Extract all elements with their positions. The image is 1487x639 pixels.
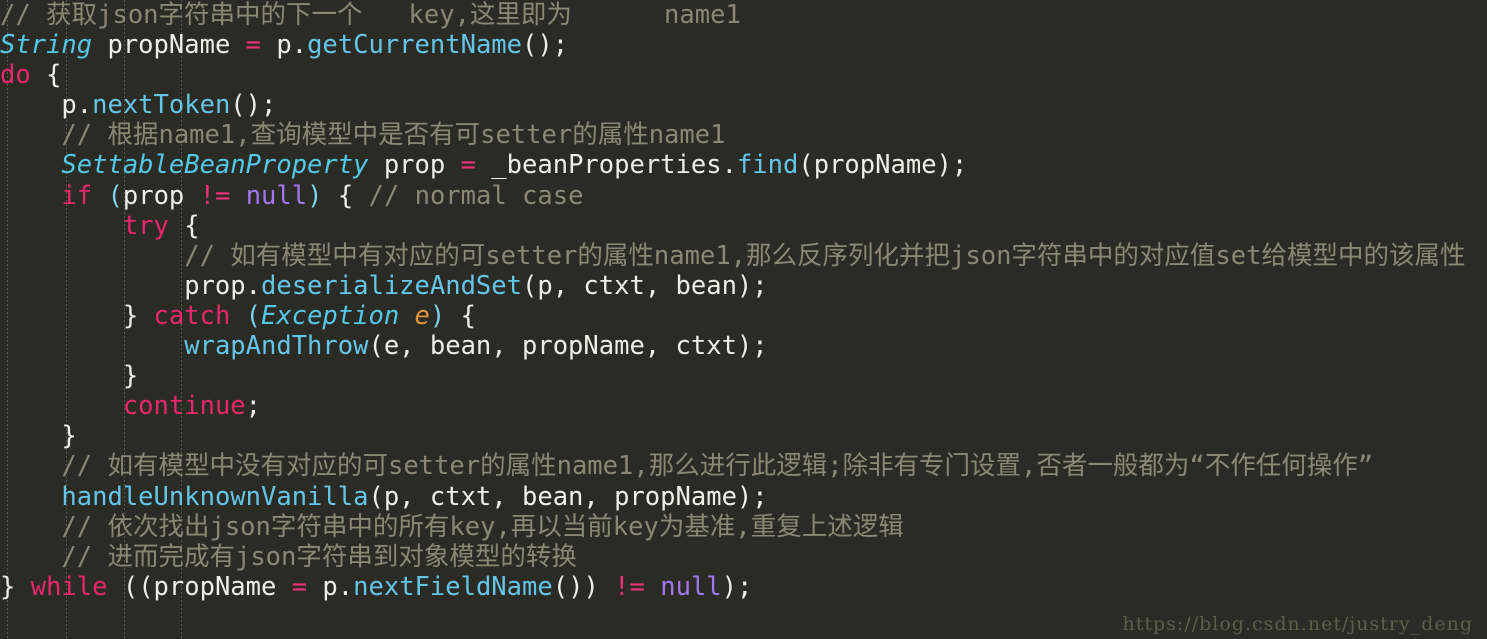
code-token: deserializeAndSet [261,270,522,301]
code-line[interactable]: continue; [0,391,1487,421]
code-token: ( [92,180,123,211]
code-token: (propName); [798,150,968,181]
code-token: (e, bean, propName, ctxt); [368,331,768,362]
code-token: p. [0,90,93,121]
code-token: // normal case [368,180,584,211]
code-token: if [61,180,93,211]
code-token: { [445,300,476,331]
code-token: != [199,180,231,211]
code-line[interactable]: // 根据name1,查询模型中是否有可setter的属性name1 [0,120,1487,150]
code-line[interactable]: } while ((propName = p.nextFieldName()) … [0,572,1487,602]
code-line[interactable]: // 获取json字符串中的下一个 key,这里即为 name1 [0,0,1487,30]
watermark-url: https://blog.csdn.net/justry_deng [1122,613,1473,635]
code-token: prop [122,180,200,211]
code-token: != [614,571,645,602]
code-token: // 如有模型中没有对应的可setter的属性name1,那么进行此逻辑;除非有… [61,451,1374,482]
code-line[interactable]: SettableBeanProperty prop = _beanPropert… [0,150,1487,180]
code-token: // 进而完成有json字符串到对象模型的转换 [61,541,577,572]
code-token: p. [261,30,308,61]
code-token: do [0,60,31,91]
code-line[interactable]: // 如有模型中有对应的可setter的属性name1,那么反序列化并把json… [0,241,1487,271]
code-token: SettableBeanProperty [61,150,369,181]
code-line[interactable]: // 进而完成有json字符串到对象模型的转换 [0,542,1487,572]
code-token: ) [307,180,323,211]
code-token: // 获取json字符串中的下一个 key,这里即为 name1 [0,0,741,30]
code-block[interactable]: // 获取json字符串中的下一个 key,这里即为 name1 String p… [0,0,1487,602]
code-token: prop [368,150,461,181]
code-token: ; [245,391,262,422]
code-line[interactable]: try { [0,211,1487,241]
code-token: } [0,421,77,452]
code-token: find [736,150,799,181]
code-token: nextFieldName [353,571,553,602]
code-token: } [0,361,139,392]
code-token: = [291,571,308,602]
code-token: Exception [261,300,400,331]
code-token: try [122,210,169,241]
code-token: prop. [0,270,261,301]
code-token: (p, ctxt, bean); [522,270,768,301]
code-token: = [245,30,262,61]
code-token: catch [153,300,231,331]
code-token: p. [307,571,354,602]
code-token: ((propName [107,571,292,602]
code-editor-pane[interactable]: // 获取json字符串中的下一个 key,这里即为 name1 String p… [0,0,1487,639]
code-token: e [414,300,430,331]
code-token: ); [721,571,753,602]
code-token: getCurrentName [307,30,523,61]
code-token: } [0,571,31,602]
code-token: nextToken [92,90,231,121]
code-line[interactable]: wrapAndThrow(e, bean, propName, ctxt); [0,331,1487,361]
code-line[interactable]: String propName = p.getCurrentName(); [0,30,1487,60]
code-line[interactable]: } catch (Exception e) { [0,301,1487,331]
code-line[interactable]: // 如有模型中没有对应的可setter的属性name1,那么进行此逻辑;除非有… [0,451,1487,481]
code-token: // 如有模型中有对应的可setter的属性name1,那么反序列化并把json… [184,240,1466,271]
code-token: propName [92,30,246,61]
code-line[interactable]: p.nextToken(); [0,90,1487,120]
code-line[interactable]: if (prop != null) { // normal case [0,181,1487,211]
code-token: // 根据name1,查询模型中是否有可setter的属性name1 [61,120,726,151]
code-token: while [30,571,108,602]
code-token: wrapAndThrow [184,331,369,362]
code-token: = [460,150,476,181]
code-token: ( [230,300,262,331]
code-token: null [660,571,722,602]
code-token: { [168,210,200,241]
code-token: // 依次找出json字符串中的所有key,再以当前key为基准,重复上述逻辑 [61,511,904,542]
code-token: ) [429,300,446,331]
code-token: { [30,60,62,91]
code-token: { [322,180,369,211]
code-token: } [0,300,154,331]
code-token: _beanProperties. [475,150,737,181]
code-line[interactable]: } [0,421,1487,451]
code-line[interactable]: // 依次找出json字符串中的所有key,再以当前key为基准,重复上述逻辑 [0,512,1487,542]
code-token: ()) [552,571,615,602]
code-token: null [245,180,308,211]
code-token: (); [230,90,277,121]
code-token: continue [122,391,246,422]
code-line[interactable]: } [0,361,1487,391]
code-line[interactable]: handleUnknownVanilla(p, ctxt, bean, prop… [0,482,1487,512]
code-token: (p, ctxt, bean, propName); [368,481,768,512]
code-line[interactable]: prop.deserializeAndSet(p, ctxt, bean); [0,271,1487,301]
code-line[interactable]: do { [0,60,1487,90]
code-token: String [0,30,93,61]
code-token: handleUnknownVanilla [61,481,369,512]
code-token: (); [522,30,569,61]
